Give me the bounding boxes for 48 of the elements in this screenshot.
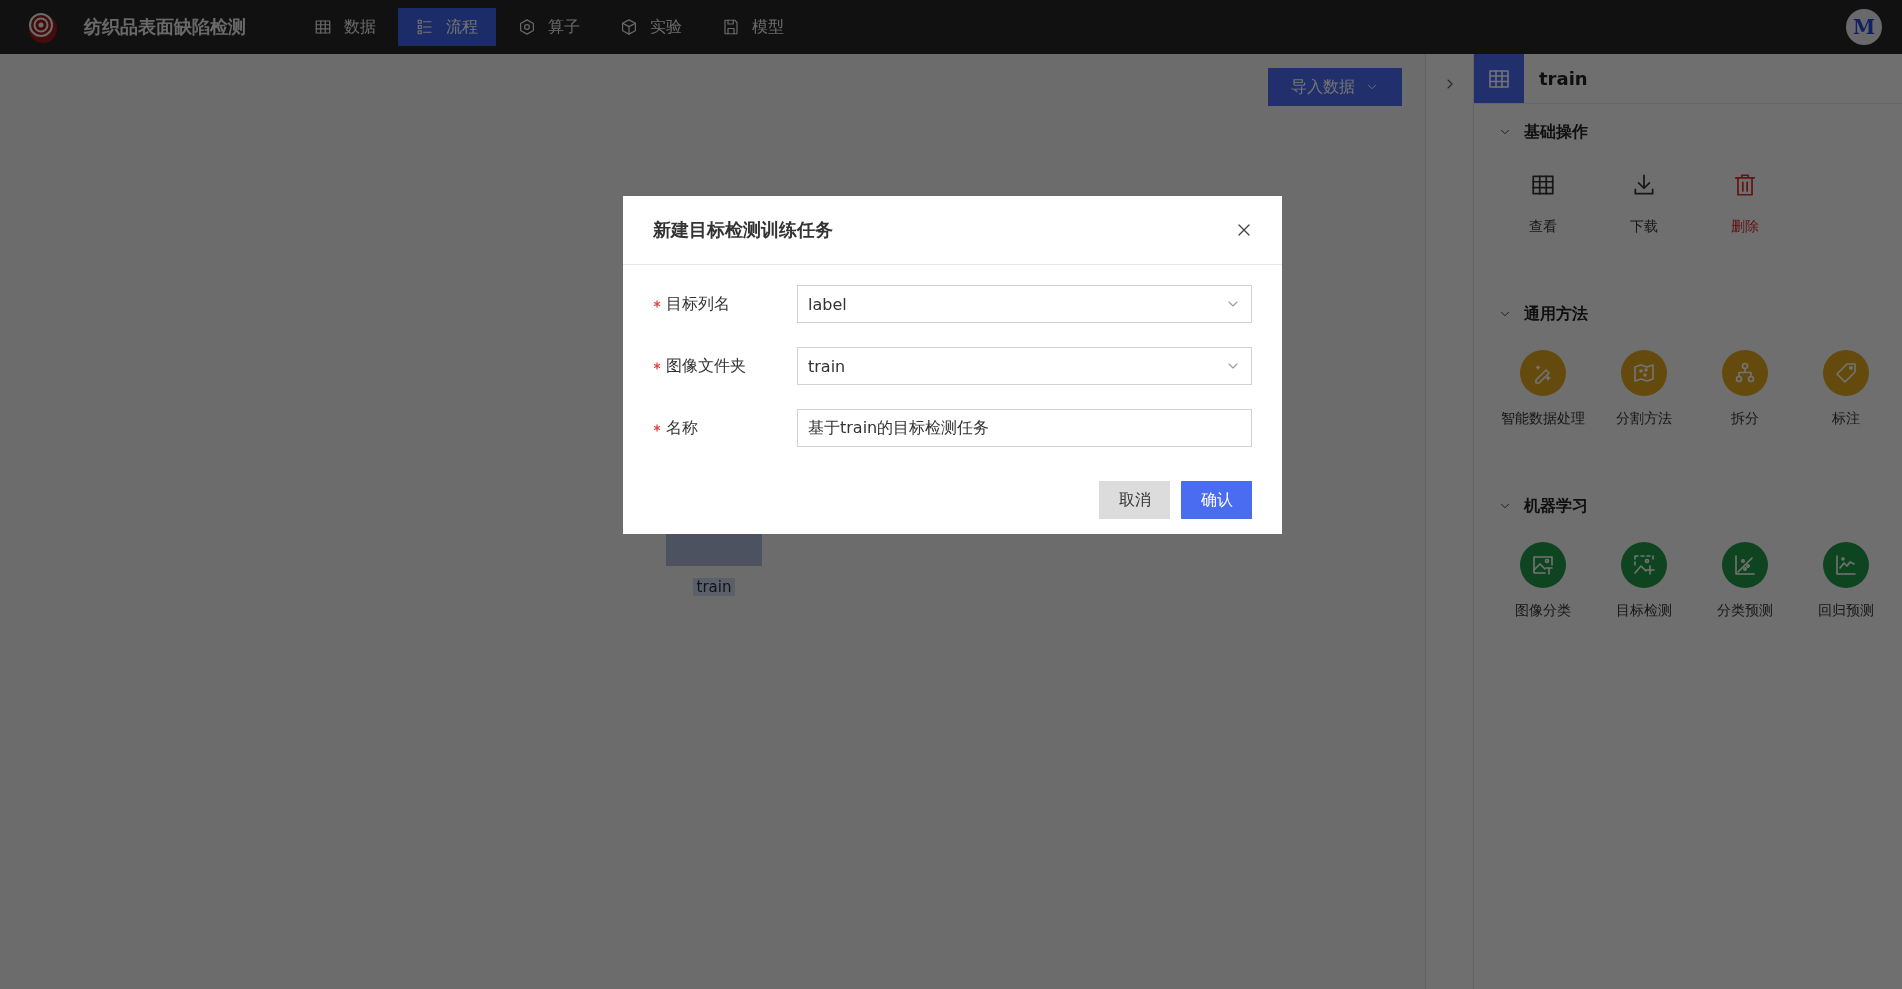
tool-item[interactable]: 查看 bbox=[1492, 160, 1593, 236]
tool-item[interactable]: 拆分 bbox=[1694, 342, 1795, 428]
tool-item[interactable]: 删除 bbox=[1694, 160, 1795, 236]
panel-title: train bbox=[1539, 68, 1588, 89]
scatter-chart-icon bbox=[1721, 542, 1768, 588]
app-title: 纺织品表面缺陷检测 bbox=[84, 15, 246, 39]
nav-tab[interactable]: 数据 bbox=[296, 8, 394, 46]
map-icon bbox=[1620, 350, 1667, 396]
nav-tab[interactable]: 算子 bbox=[500, 8, 598, 46]
section-header[interactable]: 通用方法 bbox=[1474, 286, 1902, 342]
dataset-node[interactable] bbox=[666, 534, 762, 566]
hierarchy-icon bbox=[1721, 350, 1768, 396]
field-label: 名称 bbox=[666, 417, 698, 439]
dialog-title: 新建目标检测训练任务 bbox=[653, 218, 833, 242]
tool-item[interactable]: 回归预测 bbox=[1795, 534, 1896, 620]
save-icon bbox=[722, 18, 740, 36]
user-avatar[interactable]: M bbox=[1846, 9, 1882, 45]
tool-item[interactable]: 智能数据处理 bbox=[1492, 342, 1593, 428]
tool-item[interactable]: 目标检测 bbox=[1593, 534, 1694, 620]
node-label: train bbox=[692, 578, 736, 596]
hexagon-icon bbox=[518, 18, 536, 36]
image-icon bbox=[1519, 542, 1566, 588]
nav-tab[interactable]: 流程 bbox=[398, 8, 496, 46]
table-icon bbox=[1529, 172, 1556, 198]
table-icon bbox=[314, 18, 332, 36]
select-field[interactable]: train bbox=[797, 347, 1252, 385]
tool-item[interactable]: 下载 bbox=[1593, 160, 1694, 236]
import-data-button[interactable]: 导入数据 bbox=[1268, 68, 1402, 106]
select-field[interactable]: label bbox=[797, 285, 1252, 323]
tool-item[interactable]: 标注 bbox=[1795, 342, 1896, 428]
tool-item[interactable]: 图像分类 bbox=[1492, 534, 1593, 620]
field-label: 图像文件夹 bbox=[666, 355, 746, 377]
nav-tab[interactable]: 模型 bbox=[704, 8, 802, 46]
confirm-button[interactable]: 确认 bbox=[1181, 481, 1252, 519]
section-header[interactable]: 基础操作 bbox=[1474, 104, 1902, 160]
image-frame-icon bbox=[1620, 542, 1667, 588]
tool-item[interactable]: 分类预测 bbox=[1694, 534, 1795, 620]
section-header[interactable]: 机器学习 bbox=[1474, 478, 1902, 534]
line-chart-icon bbox=[1822, 542, 1869, 588]
magic-wand-icon bbox=[1519, 350, 1566, 396]
tool-item[interactable]: 分割方法 bbox=[1593, 342, 1694, 428]
tag-icon bbox=[1822, 350, 1869, 396]
flowchart-icon bbox=[416, 18, 434, 36]
nav-tab[interactable]: 实验 bbox=[602, 8, 700, 46]
field-label: 目标列名 bbox=[666, 293, 730, 315]
cancel-button[interactable]: 取消 bbox=[1099, 481, 1170, 519]
input-field[interactable]: 基于train的目标检测任务 bbox=[797, 409, 1252, 447]
cube-icon bbox=[620, 18, 638, 36]
